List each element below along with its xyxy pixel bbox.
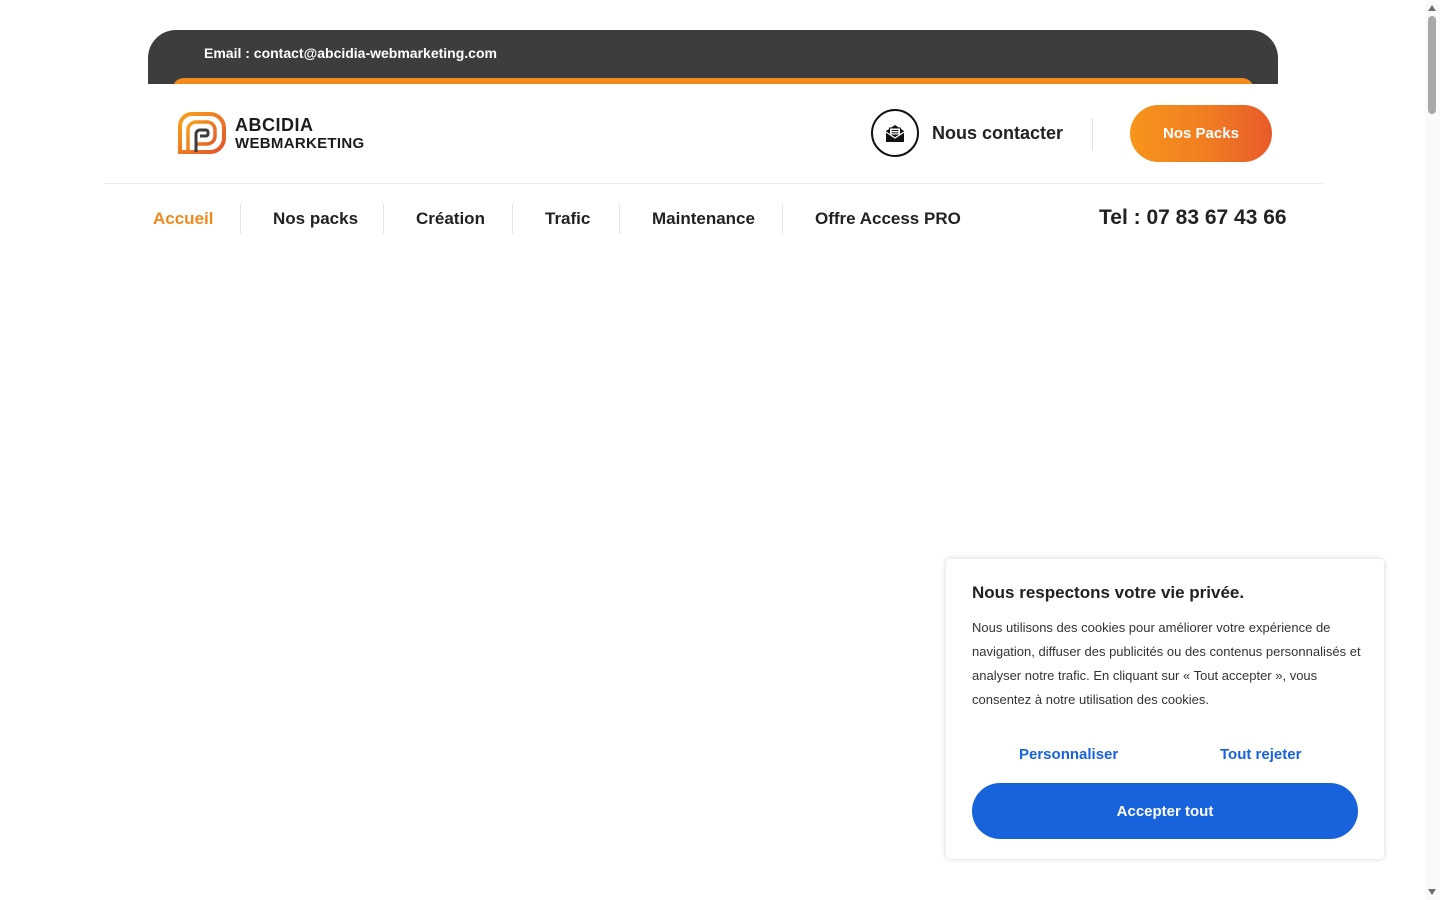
cookie-accept-button[interactable]: Accepter tout bbox=[972, 783, 1358, 839]
nav-separator bbox=[782, 204, 783, 234]
phone-number[interactable]: Tel : 07 83 67 43 66 bbox=[1099, 206, 1287, 230]
logo-line2: WEBMARKETING bbox=[235, 134, 365, 152]
nav-separator bbox=[512, 204, 513, 234]
nos-packs-button[interactable]: Nos Packs bbox=[1130, 105, 1272, 162]
cookie-title: Nous respectons votre vie privée. bbox=[972, 583, 1245, 602]
cookie-description: Nous utilisons des cookies pour améliore… bbox=[972, 620, 1361, 707]
scroll-up-arrow-icon[interactable] bbox=[1428, 5, 1436, 11]
site-logo[interactable]: ABCIDIA WEBMARKETING bbox=[176, 112, 364, 154]
cookie-reject-button[interactable]: Tout rejeter bbox=[1220, 746, 1301, 763]
page-scrollbar[interactable] bbox=[1425, 0, 1440, 900]
header-divider bbox=[1092, 118, 1093, 150]
site-header: ABCIDIA WEBMARKETING Nous contacter Nos … bbox=[0, 84, 1440, 184]
cookie-customize-button[interactable]: Personnaliser bbox=[1019, 746, 1118, 763]
nav-item-offre-access-pro[interactable]: Offre Access PRO bbox=[815, 209, 961, 229]
logo-mark-icon bbox=[178, 112, 226, 154]
nav-item-maintenance[interactable]: Maintenance bbox=[652, 209, 755, 229]
main-nav: Accueil Nos packs Création Trafic Mainte… bbox=[0, 184, 1440, 252]
top-info-bar: Email : contact@abcidia-webmarketing.com bbox=[148, 30, 1278, 84]
nav-separator bbox=[383, 204, 384, 234]
topbar-email[interactable]: Email : contact@abcidia-webmarketing.com bbox=[204, 45, 497, 61]
nav-item-creation[interactable]: Création bbox=[416, 209, 485, 229]
scroll-down-arrow-icon[interactable] bbox=[1428, 889, 1436, 895]
contact-label: Nous contacter bbox=[932, 122, 1064, 143]
cookie-consent-card: Nous respectons votre vie privée. Nous u… bbox=[946, 559, 1384, 859]
nav-separator bbox=[240, 204, 241, 234]
nav-item-accueil[interactable]: Accueil bbox=[153, 209, 213, 229]
envelope-icon bbox=[885, 125, 905, 142]
nav-item-nos-packs[interactable]: Nos packs bbox=[273, 209, 358, 229]
nav-item-trafic[interactable]: Trafic bbox=[545, 209, 590, 229]
nav-separator bbox=[619, 204, 620, 234]
logo-text: ABCIDIA WEBMARKETING bbox=[235, 116, 364, 151]
contact-icon-circle bbox=[871, 109, 919, 157]
logo-line1: ABCIDIA bbox=[235, 114, 314, 135]
scroll-thumb[interactable] bbox=[1428, 16, 1436, 114]
contact-link[interactable]: Nous contacter bbox=[871, 109, 1063, 157]
